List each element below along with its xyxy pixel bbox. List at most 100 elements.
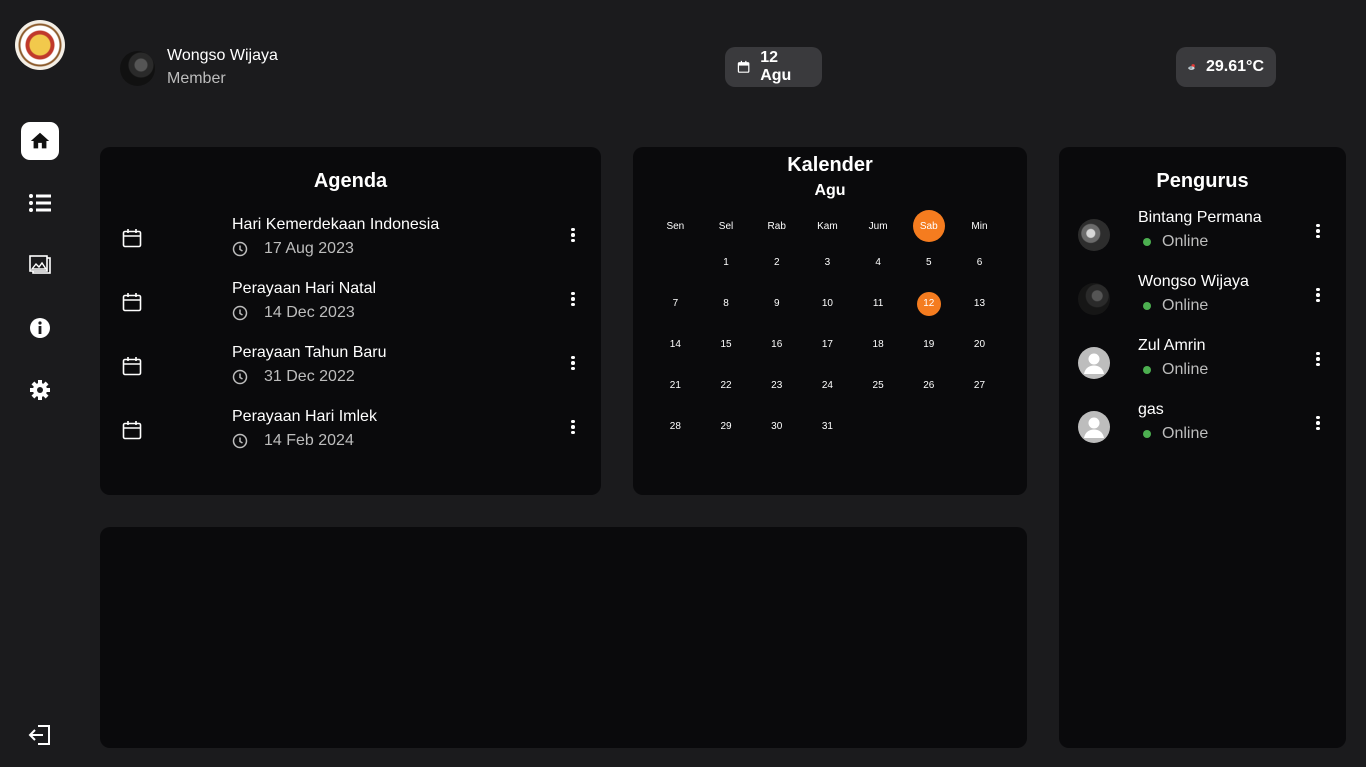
person-icon xyxy=(1084,353,1104,374)
date-text: 12 Agu xyxy=(760,49,792,84)
clock-icon xyxy=(232,241,248,257)
calendar-day-number: 26 xyxy=(923,380,935,391)
nav-gallery[interactable] xyxy=(21,246,59,284)
calendar-day[interactable]: 30 xyxy=(751,421,802,432)
agenda-item-date-text: 14 Dec 2023 xyxy=(264,304,355,321)
calendar-day[interactable]: 4 xyxy=(853,257,904,268)
nav-home[interactable] xyxy=(21,122,59,160)
calendar-day-number: 21 xyxy=(669,380,681,391)
avatar xyxy=(1078,347,1110,379)
more-options-icon[interactable] xyxy=(1311,221,1325,241)
calendar-day[interactable]: 14 xyxy=(650,339,701,350)
calendar-day[interactable]: 19 xyxy=(903,339,954,350)
weekday-label: Sab xyxy=(903,210,954,242)
calendar-day-today[interactable]: 12 xyxy=(903,291,954,316)
nav-logout[interactable] xyxy=(21,716,59,754)
more-options-icon[interactable] xyxy=(1311,285,1325,305)
weekday-label: Min xyxy=(954,221,1005,232)
nav-list[interactable] xyxy=(21,184,59,222)
calendar-day[interactable]: 8 xyxy=(701,298,752,309)
nav-info[interactable] xyxy=(21,309,59,347)
list-icon xyxy=(29,194,51,212)
temperature-text: 29.61°C xyxy=(1206,58,1264,75)
calendar-day-number: 12 xyxy=(916,291,941,316)
agenda-item[interactable]: Hari Kemerdekaan Indonesia 17 Aug 2023 xyxy=(100,211,601,275)
calendar-icon xyxy=(122,293,142,312)
gallery-icon xyxy=(29,255,51,274)
calendar-day[interactable]: 22 xyxy=(701,380,752,391)
date-badge: 12 Agu xyxy=(725,47,822,87)
member-status: Online xyxy=(1143,233,1208,251)
calendar-day[interactable]: 2 xyxy=(751,257,802,268)
calendar-day-number: 15 xyxy=(720,339,732,350)
more-options-icon[interactable] xyxy=(566,417,580,437)
weekday-text: Jum xyxy=(868,220,888,232)
calendar-day[interactable]: 13 xyxy=(954,298,1005,309)
calendar-day-number: 31 xyxy=(821,421,833,432)
calendar-day[interactable]: 28 xyxy=(650,421,701,432)
member-item[interactable]: Wongso Wijaya Online xyxy=(1059,271,1346,335)
weekday-header: Sen Sel Rab Kam Jum Sab Min xyxy=(650,210,1005,242)
person-icon xyxy=(1084,417,1104,438)
calendar-day-number: 4 xyxy=(875,257,881,268)
calendar-day[interactable]: 27 xyxy=(954,380,1005,391)
calendar-day[interactable]: 10 xyxy=(802,298,853,309)
calendar-day[interactable]: 11 xyxy=(853,298,904,309)
weekday-text: Sab xyxy=(912,210,945,242)
calendar-day[interactable]: 24 xyxy=(802,380,853,391)
calendar-day[interactable]: 7 xyxy=(650,298,701,309)
weekday-text: Sen xyxy=(666,220,685,232)
clock-icon xyxy=(232,433,248,449)
calendar-day[interactable]: 26 xyxy=(903,380,954,391)
more-options-icon[interactable] xyxy=(1311,413,1325,433)
calendar-day-number: 16 xyxy=(771,339,783,350)
member-item[interactable]: Bintang Permana Online xyxy=(1059,207,1346,271)
nav-settings[interactable] xyxy=(21,371,59,409)
more-options-icon[interactable] xyxy=(566,289,580,309)
clock-icon xyxy=(232,369,248,385)
member-item[interactable]: Zul Amrin Online xyxy=(1059,335,1346,399)
calendar-day[interactable]: 29 xyxy=(701,421,752,432)
calendar-day[interactable]: 17 xyxy=(802,339,853,350)
agenda-item[interactable]: Perayaan Tahun Baru 31 Dec 2022 xyxy=(100,339,601,403)
agenda-item-date: 14 Feb 2024 xyxy=(232,432,354,450)
calendar-day[interactable]: 1 xyxy=(701,257,752,268)
calendar-day[interactable]: 23 xyxy=(751,380,802,391)
calendar-icon xyxy=(737,60,750,73)
calendar-day[interactable]: 25 xyxy=(853,380,904,391)
calendar-day[interactable]: 6 xyxy=(954,257,1005,268)
more-options-icon[interactable] xyxy=(566,225,580,245)
member-item[interactable]: gas Online xyxy=(1059,399,1346,463)
weekday-label: Sen xyxy=(650,221,701,232)
profile-name: Wongso Wijaya xyxy=(167,47,278,64)
calendar-day[interactable]: 3 xyxy=(802,257,853,268)
calendar-day[interactable]: 20 xyxy=(954,339,1005,350)
pengurus-card: Pengurus Bintang Permana Online Wongso W… xyxy=(1059,147,1346,748)
calendar-day-number: 23 xyxy=(771,380,783,391)
avatar xyxy=(1078,283,1110,315)
more-options-icon[interactable] xyxy=(1311,349,1325,369)
calendar-day[interactable]: 21 xyxy=(650,380,701,391)
calendar-grid: Sen Sel Rab Kam Jum Sab Min 1 2 3 4 5 6 7 8 9 10 11 12 13 1… xyxy=(650,210,1005,447)
calendar-day[interactable]: 9 xyxy=(751,298,802,309)
calendar-day-number: 19 xyxy=(923,339,935,350)
member-name: Bintang Permana xyxy=(1138,209,1262,226)
member-name: Zul Amrin xyxy=(1138,337,1206,354)
calendar-day[interactable]: 15 xyxy=(701,339,752,350)
home-icon xyxy=(30,132,50,149)
calendar-day[interactable]: 5 xyxy=(903,257,954,268)
agenda-item[interactable]: Perayaan Hari Natal 14 Dec 2023 xyxy=(100,275,601,339)
user-profile[interactable]: Wongso Wijaya Member xyxy=(120,45,278,91)
info-icon xyxy=(30,318,50,338)
calendar-day[interactable]: 16 xyxy=(751,339,802,350)
more-options-icon[interactable] xyxy=(566,353,580,373)
weekday-label: Jum xyxy=(853,221,904,232)
calendar-icon xyxy=(122,421,142,440)
calendar-day-number: 11 xyxy=(872,298,884,309)
agenda-item[interactable]: Perayaan Hari Imlek 14 Feb 2024 xyxy=(100,403,601,467)
weekday-text: Rab xyxy=(767,220,786,232)
calendar-day[interactable]: 31 xyxy=(802,421,853,432)
member-status: Online xyxy=(1143,297,1208,315)
pengurus-title: Pengurus xyxy=(1156,170,1249,192)
calendar-day[interactable]: 18 xyxy=(853,339,904,350)
